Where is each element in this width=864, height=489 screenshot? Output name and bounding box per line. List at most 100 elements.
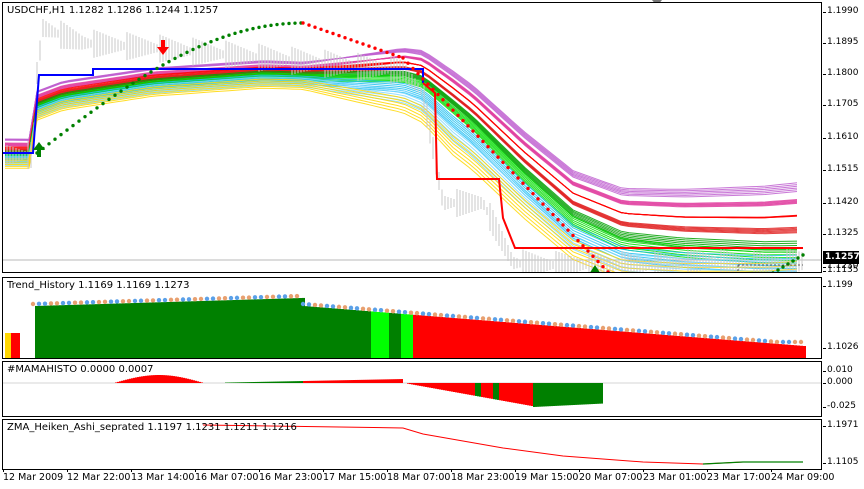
trend-dot xyxy=(660,330,666,335)
trend-bar xyxy=(599,329,602,358)
trend-bar xyxy=(683,336,686,358)
histo-bar xyxy=(303,381,305,383)
trend-bar xyxy=(590,328,593,358)
trend-dot xyxy=(354,306,360,311)
sar-dot-down xyxy=(596,259,600,264)
trend-dot xyxy=(78,300,84,305)
histo-bar xyxy=(547,383,549,407)
histo-bar xyxy=(283,381,285,383)
trend-dot xyxy=(60,300,66,306)
time-tick: 18 Mar 23:00 xyxy=(451,469,515,483)
sar-dot-down xyxy=(349,38,353,42)
histo-bar xyxy=(317,380,319,383)
trend-dot xyxy=(450,313,456,319)
trend-bar xyxy=(371,311,374,358)
trend-bar xyxy=(731,340,734,358)
histo-bar xyxy=(199,381,201,383)
sar-dot-down xyxy=(355,40,359,44)
sar-dot-up xyxy=(281,22,285,26)
trend-bar xyxy=(167,301,170,358)
histo-bar xyxy=(545,383,547,407)
trend-bar xyxy=(575,327,578,358)
trend-bar xyxy=(320,307,323,358)
histo-bar xyxy=(505,383,507,402)
trend-bar xyxy=(14,333,17,358)
sar-dot-down xyxy=(451,108,455,112)
trend-bar xyxy=(779,344,782,358)
histo-bar xyxy=(315,380,317,383)
trend-bar xyxy=(239,299,242,358)
trend-bar xyxy=(353,310,356,358)
sar-dot-up xyxy=(245,28,249,32)
histo-bar xyxy=(415,383,417,386)
trend-dot xyxy=(774,339,780,345)
price-tick: 1.1895 xyxy=(823,37,859,47)
trend-bar xyxy=(221,300,224,358)
histo-bar xyxy=(589,383,591,405)
histo-bar xyxy=(397,379,399,383)
trend-dot xyxy=(678,332,684,337)
histo-bar xyxy=(521,383,523,405)
trend-dot xyxy=(756,338,762,343)
sar-dot-down xyxy=(586,249,590,253)
histo-bar xyxy=(157,375,159,383)
trend-bar xyxy=(53,305,56,358)
sar-dot-down xyxy=(313,25,317,29)
trend-bar xyxy=(11,333,14,358)
trend-bar xyxy=(431,316,434,358)
current-price-badge: 1.1257 xyxy=(823,251,860,264)
trend-dot xyxy=(264,294,270,300)
trend-bar xyxy=(17,333,20,358)
mama-histo-pane[interactable]: #MAMAHISTO 0.0000 0.0007 xyxy=(2,361,822,417)
sar-dot-up xyxy=(191,47,195,52)
trend-bar xyxy=(644,333,647,358)
histo-bar xyxy=(461,383,463,394)
trend-bar xyxy=(695,337,698,358)
trend-bar xyxy=(299,298,302,358)
histo-bar xyxy=(531,383,533,407)
trend-dot xyxy=(174,297,180,302)
sar-dot-down xyxy=(551,212,555,217)
sar-dot-down xyxy=(301,21,305,25)
trend-dot xyxy=(672,331,678,336)
main-chart-pane[interactable]: USDCHF,H1 1.1282 1.1286 1.1244 1.1257 xyxy=(2,2,822,273)
sar-dot-down xyxy=(496,155,500,159)
trend-bar xyxy=(350,309,353,358)
sar-dot-up xyxy=(59,132,63,137)
sar-dot-up xyxy=(209,40,213,44)
trend-dot xyxy=(534,320,540,325)
histo-bar xyxy=(355,379,357,383)
histo-bar xyxy=(491,383,493,399)
trend-bar xyxy=(245,299,248,358)
sar-dot-up xyxy=(791,259,795,263)
trend-bar xyxy=(251,299,254,358)
histo-bar xyxy=(275,381,277,383)
mama-tick: 0.000 xyxy=(823,377,853,387)
trend-bar xyxy=(506,322,509,358)
trend-bar xyxy=(44,305,47,358)
zma-heiken-pane[interactable]: ZMA_Heiken_Ashi_seprated 1.1197 1.1231 1… xyxy=(2,419,822,470)
trend-bar xyxy=(203,300,206,358)
trend-bar xyxy=(707,338,710,358)
histo-bar xyxy=(513,383,515,403)
trend-dot xyxy=(468,315,474,320)
trend-bar xyxy=(785,344,788,358)
histo-bar xyxy=(255,381,257,383)
histo-bar xyxy=(473,383,475,396)
trend-bar xyxy=(563,326,566,358)
sar-dot-up xyxy=(263,24,267,28)
histo-bar xyxy=(411,383,413,385)
trend-bar xyxy=(242,299,245,358)
histo-bar xyxy=(231,382,233,383)
sar-dot-down xyxy=(536,197,540,201)
trend-bar xyxy=(392,313,395,358)
trend-dot xyxy=(516,319,522,324)
trend-bar xyxy=(38,305,41,358)
trend-bar xyxy=(518,323,521,358)
histo-bar xyxy=(579,383,581,405)
trend-history-pane[interactable]: Trend_History 1.1169 1.1169 1.1273 xyxy=(2,277,822,359)
histo-bar xyxy=(153,375,155,383)
histo-bar xyxy=(455,383,457,393)
sar-dot-down xyxy=(416,71,420,76)
trend-bar xyxy=(722,339,725,358)
